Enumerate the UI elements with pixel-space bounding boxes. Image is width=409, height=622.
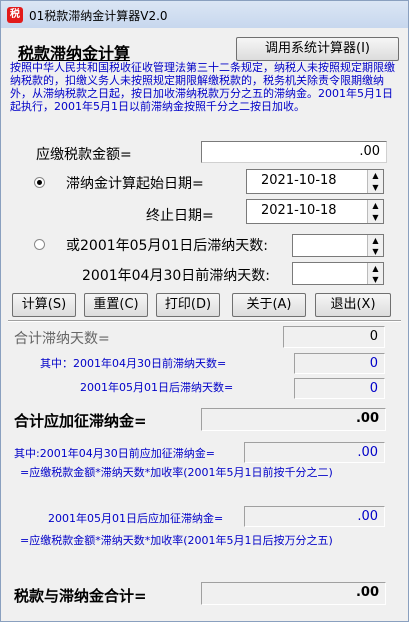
days-before-result-label: 其中：2001年04月30日前滞纳天数= — [40, 357, 227, 370]
fee-after-label: 2001年05月01日后应加征滞纳金= — [48, 512, 224, 525]
total-fee-value: .00 — [201, 408, 386, 431]
calculator-app-icon: 税 — [7, 7, 23, 23]
fee-after-formula: =应缴税款金额*滞纳天数*加收率(2001年5月1日后按万分之五) — [20, 534, 333, 547]
fee-before-formula: =应缴税款金额*滞纳天数*加收率(2001年5月1日前按千分之二) — [20, 466, 333, 479]
start-date-spinner[interactable]: ▲ ▼ — [367, 170, 383, 193]
spin-down-icon[interactable]: ▼ — [368, 212, 383, 224]
days-before-input[interactable]: ▲ ▼ — [292, 262, 384, 285]
end-date-picker[interactable]: 2021-10-18 ▲ ▼ — [246, 199, 384, 224]
total-days-label: 合计滞纳天数= — [14, 331, 110, 347]
spin-up-icon[interactable]: ▲ — [368, 170, 383, 182]
days-after-spinner[interactable]: ▲ ▼ — [367, 235, 383, 256]
print-button[interactable]: 打印(D) — [156, 293, 220, 317]
divider — [8, 320, 401, 322]
start-date-picker[interactable]: 2021-10-18 ▲ ▼ — [246, 169, 384, 194]
days-before-result-value: 0 — [294, 353, 385, 374]
main-panel: 税款滞纳金计算 调用系统计算器(I) 按照中华人民共和国税收征收管理法第三十二条… — [4, 28, 405, 618]
fee-after-value: .00 — [244, 506, 385, 527]
about-button[interactable]: 关于(A) — [232, 293, 306, 317]
spin-up-icon[interactable]: ▲ — [368, 200, 383, 212]
days-before-label: 2001年04月30日前滞纳天数: — [82, 268, 270, 284]
spin-down-icon[interactable]: ▼ — [368, 246, 383, 257]
days-radio[interactable] — [34, 239, 45, 250]
calculate-button[interactable]: 计算(S) — [12, 293, 76, 317]
spin-up-icon[interactable]: ▲ — [368, 263, 383, 274]
total-days-value: 0 — [283, 326, 385, 348]
start-date-value: 2021-10-18 — [261, 173, 337, 188]
app-window: 税 01税款滞纳金计算器V2.0 税款滞纳金计算 调用系统计算器(I) 按照中华… — [0, 0, 409, 622]
fee-before-label: 其中:2001年04月30日前应加征滞纳金= — [14, 447, 215, 460]
exit-button[interactable]: 退出(X) — [315, 293, 391, 317]
start-date-label: 滞纳金计算起始日期= — [66, 176, 204, 192]
law-description: 按照中华人民共和国税收征收管理法第三十二条规定，纳税人未按照规定期限缴纳税款的，… — [10, 61, 395, 113]
days-after-result-value: 0 — [294, 378, 385, 399]
days-after-label: 或2001年05月01日后滞纳天数: — [66, 238, 268, 254]
spin-down-icon[interactable]: ▼ — [368, 274, 383, 285]
end-date-spinner[interactable]: ▲ ▼ — [367, 200, 383, 223]
end-date-value: 2021-10-18 — [261, 203, 337, 218]
end-date-label: 终止日期= — [146, 208, 214, 224]
days-after-result-label: 2001年05月01日后滞纳天数= — [80, 381, 234, 394]
days-after-input[interactable]: ▲ ▼ — [292, 234, 384, 257]
spin-down-icon[interactable]: ▼ — [368, 182, 383, 194]
reset-button[interactable]: 重置(C) — [84, 293, 148, 317]
tax-amount-input[interactable]: .00 — [201, 141, 387, 163]
spin-up-icon[interactable]: ▲ — [368, 235, 383, 246]
grand-total-value: .00 — [201, 582, 386, 605]
window-title: 01税款滞纳金计算器V2.0 — [29, 9, 168, 23]
total-fee-label: 合计应加征滞纳金= — [14, 412, 147, 430]
title-bar[interactable]: 税 01税款滞纳金计算器V2.0 — [1, 1, 408, 28]
grand-total-label: 税款与滞纳金合计= — [14, 587, 147, 605]
system-calculator-button[interactable]: 调用系统计算器(I) — [236, 37, 399, 61]
tax-amount-label: 应缴税款金额= — [36, 147, 132, 163]
date-range-radio[interactable] — [34, 177, 45, 188]
days-before-spinner[interactable]: ▲ ▼ — [367, 263, 383, 284]
fee-before-value: .00 — [244, 442, 385, 463]
